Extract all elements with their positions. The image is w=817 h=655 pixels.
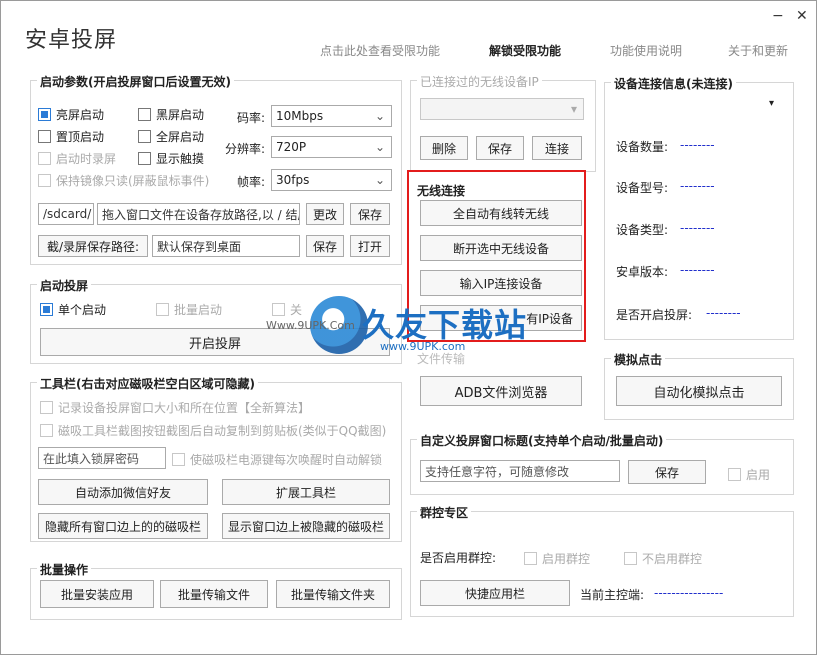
custom-title-title: 自定义投屏窗口标题(支持单个启动/批量启动) bbox=[417, 432, 667, 449]
group-control-title: 群控专区 bbox=[417, 504, 472, 521]
device-count-value: -------- bbox=[680, 138, 715, 152]
show-bars-button[interactable]: 显示窗口边上被隐藏的磁吸栏 bbox=[222, 513, 390, 539]
device-info-group: 设备连接信息(未连接) bbox=[604, 75, 794, 340]
record-position-checkbox[interactable]: 记录设备投屏窗口大小和所在位置【全新算法】 bbox=[40, 399, 310, 416]
app-title: 安卓投屏 bbox=[25, 28, 118, 53]
bright-start-checkbox[interactable]: 亮屏启动 bbox=[38, 106, 104, 123]
lock-password-input[interactable]: 在此填入锁屏密码 bbox=[38, 447, 166, 469]
chevron-down-icon: ▾ bbox=[570, 102, 577, 116]
toolbar-title: 工具栏(右击对应磁吸栏空白区域可隐藏) bbox=[37, 375, 258, 392]
record-start-checkbox[interactable]: 启动时录屏 bbox=[38, 150, 116, 167]
minimize-button[interactable]: − bbox=[772, 8, 784, 24]
shortcut-app-bar-button[interactable]: 快捷应用栏 bbox=[420, 580, 570, 606]
snap-copy-checkbox[interactable]: 磁吸工具栏截图按钮截图后自动复制到剪贴板(类似于QQ截图) bbox=[40, 422, 386, 439]
device-model-label: 设备型号: bbox=[616, 181, 669, 195]
launch-title: 启动投屏 bbox=[37, 277, 92, 294]
fps-label: 帧率: bbox=[237, 175, 266, 189]
enable-group-checkbox[interactable]: 启用群控 bbox=[524, 550, 590, 567]
master-value: ---------------- bbox=[654, 586, 724, 600]
save-path-button[interactable]: 保存 bbox=[350, 203, 390, 225]
watermark-url-small: Www.9UPK.Com bbox=[266, 319, 355, 332]
show-touch-checkbox[interactable]: 显示触摸 bbox=[138, 150, 204, 167]
connected-ip-title: 已连接过的无线设备IP bbox=[417, 73, 542, 90]
close-button[interactable]: ✕ bbox=[796, 8, 808, 24]
auto-unlock-checkbox[interactable]: 使磁吸栏电源键每次唤醒时自动解锁 bbox=[172, 451, 382, 468]
readonly-checkbox[interactable]: 保持镜像只读(屏蔽鼠标事件) bbox=[38, 172, 209, 189]
about-link[interactable]: 关于和更新 bbox=[728, 42, 788, 59]
single-start-radio[interactable]: 单个启动 bbox=[40, 301, 106, 318]
disable-group-checkbox[interactable]: 不启用群控 bbox=[624, 550, 702, 567]
hide-bars-button[interactable]: 隐藏所有窗口边上的的磁吸栏 bbox=[38, 513, 208, 539]
add-wechat-button[interactable]: 自动添加微信好友 bbox=[38, 479, 208, 505]
casting-status-label: 是否开启投屏: bbox=[616, 308, 693, 322]
batch-install-button[interactable]: 批量安装应用 bbox=[40, 580, 154, 608]
batch-transfer-file-button[interactable]: 批量传输文件 bbox=[160, 580, 268, 608]
view-limited-link[interactable]: 点击此处查看受限功能 bbox=[320, 42, 440, 59]
bitrate-label: 码率: bbox=[237, 111, 266, 125]
screenshot-path-input[interactable]: 默认保存到桌面 bbox=[152, 235, 300, 257]
chevron-down-icon: ⌄ bbox=[374, 140, 385, 154]
device-path-input[interactable]: 拖入窗口文件在设备存放路径,以 / 结尾 bbox=[97, 203, 300, 225]
device-dropdown-icon[interactable]: ▾ bbox=[769, 98, 774, 109]
full-start-checkbox[interactable]: 全屏启动 bbox=[138, 128, 204, 145]
launch-params-title: 启动参数(开启投屏窗口后设置无效) bbox=[37, 73, 234, 90]
top-start-checkbox[interactable]: 置顶启动 bbox=[38, 128, 104, 145]
custom-title-enable-checkbox[interactable]: 启用 bbox=[728, 466, 770, 483]
connect-ip-button[interactable]: 连接 bbox=[532, 136, 582, 160]
save-ip-button[interactable]: 保存 bbox=[476, 136, 524, 160]
resolution-label: 分辨率: bbox=[225, 142, 266, 156]
master-label: 当前主控端: bbox=[580, 588, 645, 602]
device-info-title: 设备连接信息(未连接) bbox=[611, 75, 736, 92]
open-folder-button[interactable]: 打开 bbox=[350, 235, 390, 257]
chevron-down-icon: ⌄ bbox=[374, 109, 385, 123]
resolution-select[interactable]: 720P ⌄ bbox=[271, 136, 392, 158]
screenshot-path-button[interactable]: 截/录屏保存路径: bbox=[38, 235, 148, 257]
fps-select[interactable]: 30fps ⌄ bbox=[271, 169, 392, 191]
batch-transfer-folder-button[interactable]: 批量传输文件夹 bbox=[276, 580, 390, 608]
chevron-down-icon: ⌄ bbox=[374, 173, 385, 187]
device-model-value: -------- bbox=[680, 179, 715, 193]
guide-link[interactable]: 功能使用说明 bbox=[610, 42, 682, 59]
batch-start-radio[interactable]: 批量启动 bbox=[156, 301, 222, 318]
casting-status-value: -------- bbox=[706, 306, 741, 320]
device-type-value: -------- bbox=[680, 221, 715, 235]
batch-title: 批量操作 bbox=[37, 561, 92, 578]
bitrate-select[interactable]: 10Mbps ⌄ bbox=[271, 105, 392, 127]
modify-path-button[interactable]: 更改 bbox=[306, 203, 344, 225]
save-screenshot-path-button[interactable]: 保存 bbox=[306, 235, 344, 257]
device-count-label: 设备数量: bbox=[616, 140, 669, 154]
unlock-link[interactable]: 解锁受限功能 bbox=[489, 42, 561, 59]
delete-ip-button[interactable]: 删除 bbox=[420, 136, 468, 160]
auto-click-button[interactable]: 自动化模拟点击 bbox=[616, 376, 782, 406]
device-type-label: 设备类型: bbox=[616, 223, 669, 237]
path-prefix-field[interactable]: /sdcard/ bbox=[38, 203, 94, 225]
custom-title-input[interactable]: 支持任意字符，可随意修改 bbox=[420, 460, 620, 482]
connected-ip-select[interactable]: ▾ bbox=[420, 98, 584, 120]
extend-toolbar-button[interactable]: 扩展工具栏 bbox=[222, 479, 390, 505]
watermark-url: www.9UPK.com bbox=[380, 340, 466, 353]
group-enable-label: 是否启用群控: bbox=[420, 551, 497, 565]
black-start-checkbox[interactable]: 黑屏启动 bbox=[138, 106, 204, 123]
adb-browser-button[interactable]: ADB文件浏览器 bbox=[420, 376, 582, 406]
custom-title-save-button[interactable]: 保存 bbox=[628, 460, 706, 484]
simulate-title: 模拟点击 bbox=[611, 351, 666, 368]
android-version-label: 安卓版本: bbox=[616, 265, 669, 279]
android-version-value: -------- bbox=[680, 263, 715, 277]
close-option-radio[interactable]: 关 bbox=[272, 301, 302, 318]
